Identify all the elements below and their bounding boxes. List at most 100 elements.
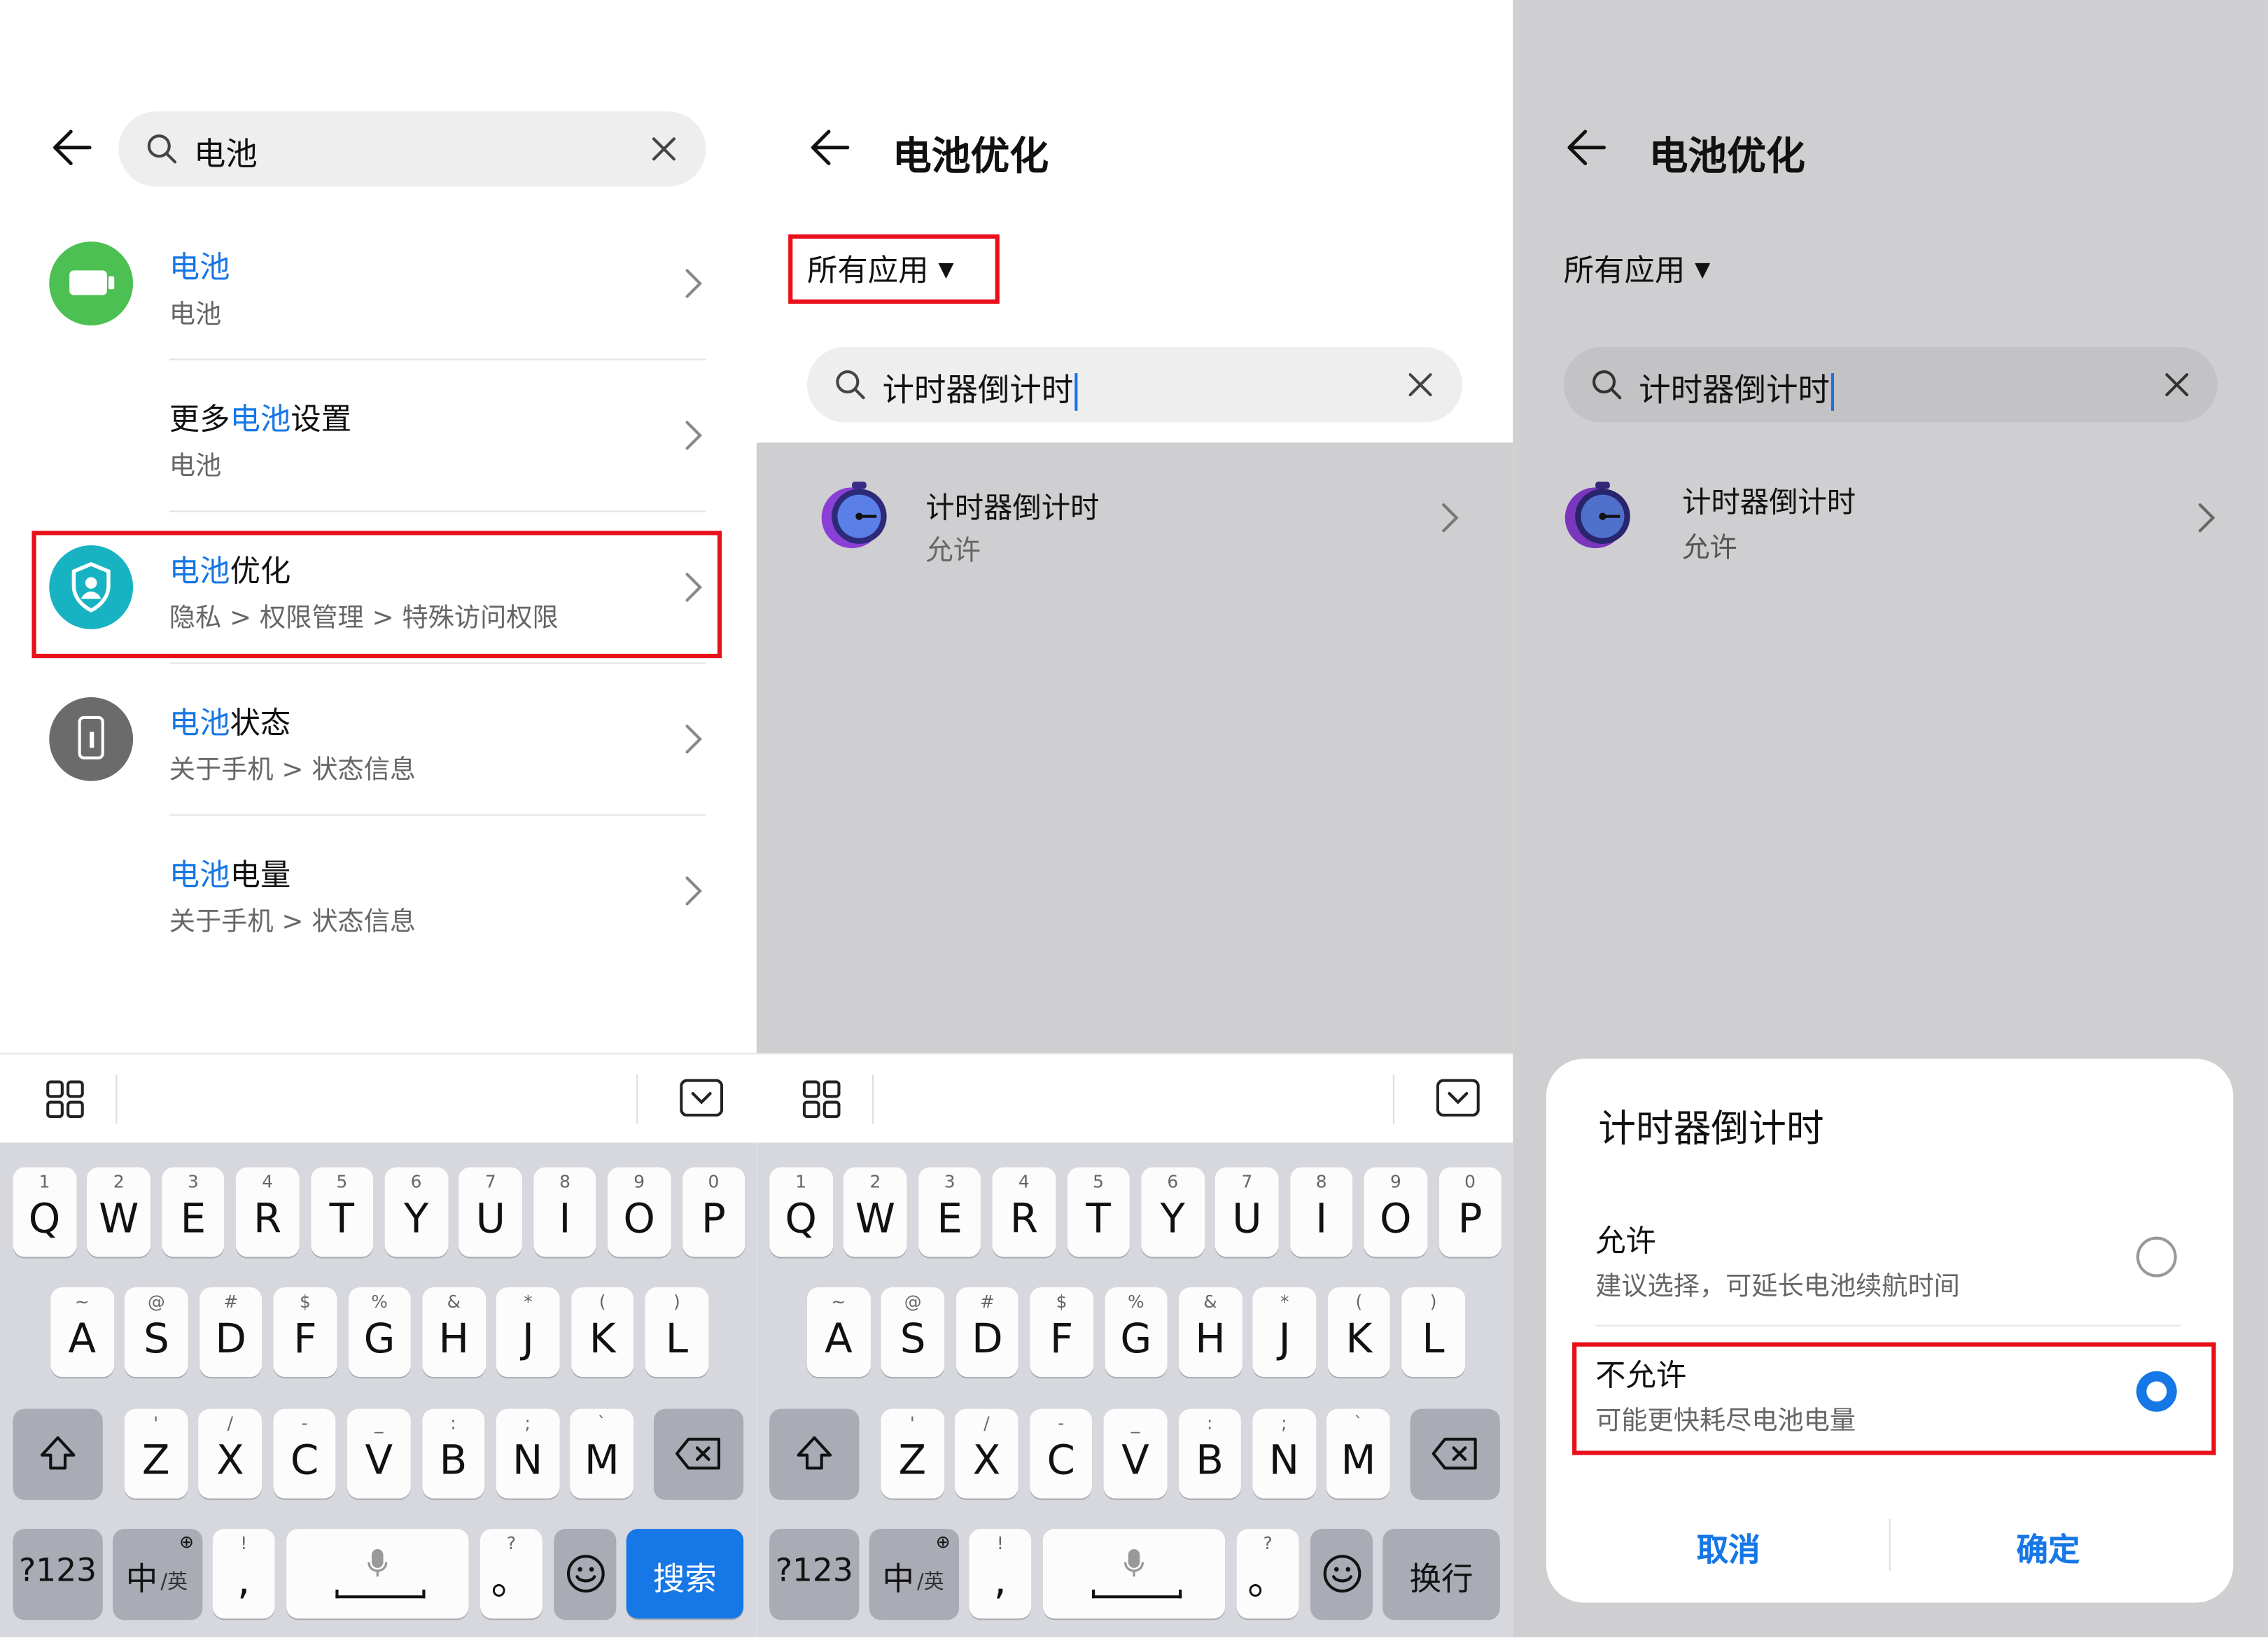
key-e[interactable]: 3E [162, 1167, 225, 1257]
grid-menu-icon[interactable] [46, 1080, 84, 1119]
key-q[interactable]: 1Q [769, 1167, 833, 1257]
key-c[interactable]: -C [1029, 1408, 1093, 1499]
language-switch-key[interactable]: ⊕ 中/英 [869, 1529, 959, 1619]
keyboard-collapse-icon[interactable] [680, 1079, 724, 1117]
search-bar[interactable]: 计时器倒计时 [806, 346, 1463, 423]
space-key[interactable] [1042, 1529, 1226, 1619]
shift-key[interactable] [769, 1408, 860, 1499]
key-z[interactable]: ' Z [881, 1408, 944, 1499]
search-input[interactable]: 电池 [194, 129, 258, 175]
period-key[interactable]: ?。 [1236, 1529, 1299, 1619]
language-switch-key[interactable]: ⊕ 中/英 [113, 1529, 203, 1619]
search-input[interactable]: 计时器倒计时 [882, 365, 1078, 411]
key-a[interactable]: ~ A [50, 1287, 114, 1378]
key-m[interactable]: ` M [570, 1408, 634, 1499]
emoji-key[interactable] [554, 1529, 617, 1619]
key-b[interactable]: :B [1178, 1408, 1242, 1499]
key-s[interactable]: @ S [881, 1287, 945, 1378]
divider [169, 358, 706, 360]
back-arrow-icon[interactable] [1567, 127, 1607, 168]
clear-icon[interactable] [2164, 372, 2190, 398]
back-arrow-icon[interactable] [810, 127, 850, 168]
key-e[interactable]: 3E [918, 1167, 981, 1257]
backspace-key[interactable] [653, 1408, 744, 1499]
key-p[interactable]: 0P [1438, 1167, 1502, 1257]
key-k[interactable]: (K [570, 1287, 634, 1378]
comma-key[interactable]: !, [969, 1529, 1032, 1619]
shift-key[interactable] [13, 1408, 103, 1499]
search-input[interactable]: 计时器倒计时 [1639, 365, 1835, 411]
key-r[interactable]: 4R [992, 1167, 1056, 1257]
key-s[interactable]: @ S [125, 1287, 188, 1378]
key-z[interactable]: ' Z [124, 1408, 188, 1499]
key-i[interactable]: 8I [1289, 1167, 1353, 1257]
key-c[interactable]: -C [273, 1408, 336, 1499]
key-m[interactable]: ` M [1326, 1408, 1390, 1499]
enter-key[interactable]: 搜索 [626, 1529, 744, 1619]
key-i[interactable]: 8I [533, 1167, 596, 1257]
key-d[interactable]: # D [199, 1287, 262, 1378]
result-item-battery-status[interactable]: 电池状态 关于手机 > 状态信息 [0, 687, 757, 817]
key-l[interactable]: ) L [645, 1287, 708, 1378]
result-item-battery-level[interactable]: 电池电量 关于手机 > 状态信息 [0, 839, 757, 969]
back-arrow-icon[interactable] [52, 127, 92, 168]
key-r[interactable]: 4R [236, 1167, 300, 1257]
backspace-key[interactable] [1410, 1408, 1500, 1499]
key-f[interactable]: $ F [1030, 1287, 1093, 1378]
key-a[interactable]: ~ A [806, 1287, 870, 1378]
key-p[interactable]: 0P [682, 1167, 746, 1257]
key-w[interactable]: 2W [87, 1167, 150, 1257]
app-list-item[interactable]: 计时器倒计时 允许 [1513, 451, 2268, 589]
search-bar[interactable]: 计时器倒计时 [1563, 346, 2218, 423]
key-h[interactable]: & H [422, 1287, 486, 1378]
symbols-key[interactable]: ?123 [769, 1529, 860, 1619]
cancel-button[interactable]: 取消 [1697, 1525, 1760, 1571]
key-g[interactable]: % G [1104, 1287, 1168, 1378]
grid-menu-icon[interactable] [802, 1080, 841, 1119]
key-h[interactable]: & H [1179, 1287, 1242, 1378]
key-v[interactable]: _ V [1103, 1408, 1167, 1499]
key-l[interactable]: ) L [1401, 1287, 1465, 1378]
keyboard-toolbar [756, 1053, 1513, 1144]
key-d[interactable]: # D [955, 1287, 1019, 1378]
key-b[interactable]: :B [421, 1408, 485, 1499]
search-bar[interactable]: 电池 [118, 111, 706, 187]
clear-icon[interactable] [651, 136, 677, 162]
divider [169, 662, 706, 664]
key-o[interactable]: 9O [608, 1167, 671, 1257]
radio-unselected[interactable] [2136, 1236, 2177, 1278]
key-v[interactable]: _ V [347, 1408, 411, 1499]
comma-key[interactable]: !, [212, 1529, 275, 1619]
space-key[interactable] [286, 1529, 469, 1619]
key-j[interactable]: * J [496, 1287, 560, 1378]
key-y[interactable]: 6Y [1141, 1167, 1205, 1257]
emoji-key[interactable] [1310, 1529, 1373, 1619]
keyboard-collapse-icon[interactable] [1436, 1079, 1480, 1117]
key-w[interactable]: 2W [844, 1167, 907, 1257]
key-j[interactable]: * J [1253, 1287, 1317, 1378]
key-t[interactable]: 5T [310, 1167, 374, 1257]
clear-icon[interactable] [1408, 372, 1434, 398]
app-list-item[interactable]: 计时器倒计时 允许 [757, 451, 1513, 589]
key-n[interactable]: ; N [1252, 1408, 1316, 1499]
key-n[interactable]: ; N [496, 1408, 559, 1499]
key-f[interactable]: $ F [273, 1287, 337, 1378]
result-item-more-battery-settings[interactable]: 更多电池设置 电池 [0, 384, 757, 514]
symbols-key[interactable]: ?123 [13, 1529, 103, 1619]
key-u[interactable]: 7U [458, 1167, 522, 1257]
result-item-battery[interactable]: 电池 电池 [0, 232, 757, 362]
key-x[interactable]: / X [955, 1408, 1018, 1499]
key-g[interactable]: % G [348, 1287, 412, 1378]
enter-key[interactable]: 换行 [1382, 1529, 1500, 1619]
key-k[interactable]: (K [1327, 1287, 1391, 1378]
key-t[interactable]: 5T [1067, 1167, 1130, 1257]
confirm-button[interactable]: 确定 [2016, 1525, 2080, 1571]
filter-dropdown[interactable]: 所有应用 ▼ [1564, 247, 1711, 290]
key-x[interactable]: / X [198, 1408, 262, 1499]
period-key[interactable]: ?。 [480, 1529, 542, 1619]
key-q[interactable]: 1Q [13, 1167, 76, 1257]
option-allow[interactable]: 允许 建议选择，可延长电池续航时间 [1546, 1203, 2233, 1319]
key-u[interactable]: 7U [1215, 1167, 1279, 1257]
key-y[interactable]: 6Y [384, 1167, 448, 1257]
key-o[interactable]: 9O [1364, 1167, 1427, 1257]
